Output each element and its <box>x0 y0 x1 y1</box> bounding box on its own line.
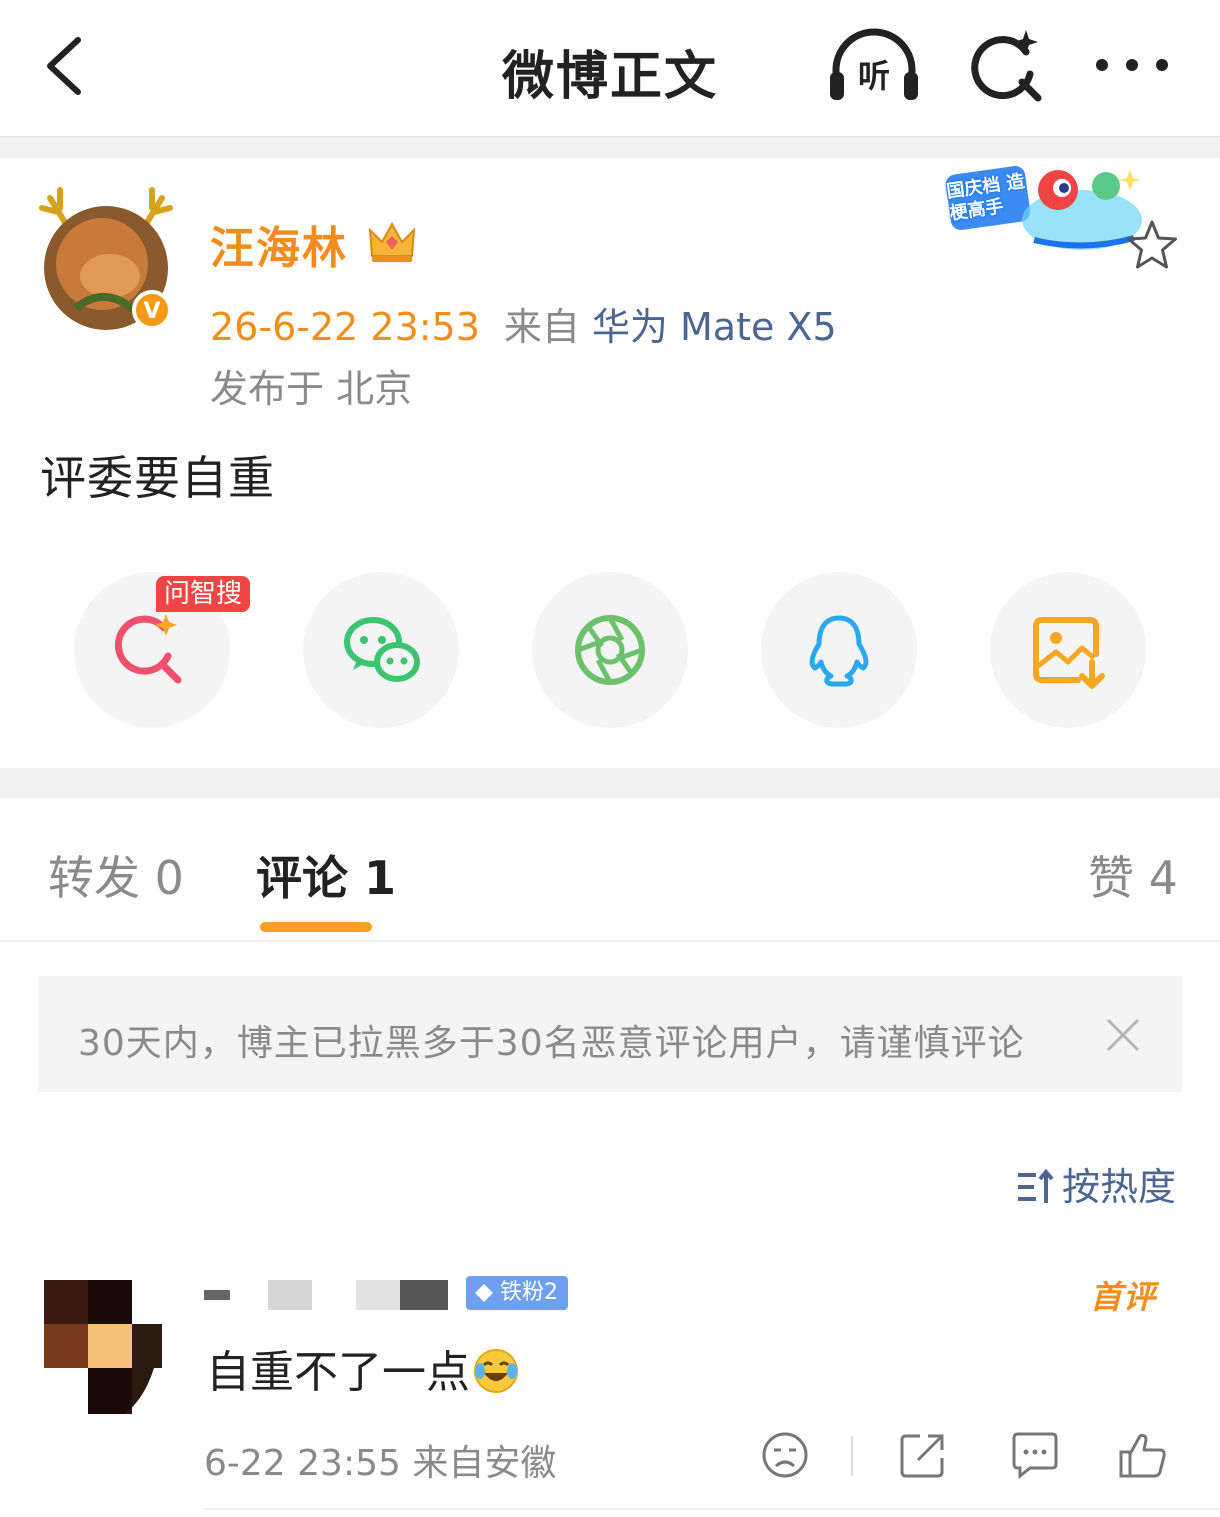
post-location: 发布于 北京 <box>210 367 413 411</box>
share-badge: 问智搜 <box>156 576 251 612</box>
close-icon[interactable] <box>1104 1016 1142 1054</box>
comment-text: 自重不了一点 <box>206 1336 520 1400</box>
ai-search-icon[interactable] <box>964 24 1048 108</box>
from-label: 来自 <box>503 305 580 349</box>
comment-notice-banner: 30天内，博主已拉黑多于30名恶意评论用户，请谨慎评论 <box>38 976 1182 1092</box>
more-dots-icon[interactable] <box>1090 40 1174 90</box>
post-content: 评委要自重 <box>40 451 275 505</box>
listen-headphones-icon[interactable]: 听 <box>826 24 922 108</box>
diamond-icon <box>475 1284 493 1302</box>
post-time: 26-6-22 23:53 <box>210 305 480 349</box>
save-image-icon <box>1033 617 1105 689</box>
ai-search-share-icon <box>114 614 182 684</box>
section-divider <box>0 136 1220 158</box>
sort-icon <box>1018 1168 1054 1203</box>
like-thumb-icon[interactable] <box>1118 1430 1168 1480</box>
svg-text:V: V <box>143 299 160 324</box>
favorite-star-icon[interactable] <box>1124 218 1180 274</box>
author-avatar[interactable]: V <box>36 184 176 334</box>
laugh-cry-emoji-icon <box>474 1349 518 1393</box>
sort-by-heat-button[interactable]: 按热度 <box>1016 1156 1176 1211</box>
share-save-image-button[interactable] <box>990 572 1146 728</box>
author-name[interactable]: 汪海林 <box>210 212 348 276</box>
reply-comment-icon[interactable] <box>1010 1430 1060 1480</box>
device-link[interactable]: 华为 Mate X5 <box>592 305 837 349</box>
tab-comments[interactable]: 评论 1 <box>256 842 396 908</box>
notice-text: 30天内，博主已拉黑多于30名恶意评论用户，请谨慎评论 <box>78 1023 1025 1064</box>
dislike-face-icon[interactable] <box>760 1430 810 1480</box>
post-meta: 26-6-22 23:53 来自 华为 Mate X5 <box>210 296 837 351</box>
first-comment-badge: 首评 <box>1090 1278 1157 1316</box>
share-wechat-button[interactable] <box>303 572 459 728</box>
tabs-divider <box>0 940 1220 942</box>
section-divider <box>0 768 1220 798</box>
tab-likes[interactable]: 赞 4 <box>1088 842 1178 908</box>
comment-text-content: 自重不了一点 <box>206 1347 470 1398</box>
commenter-avatar[interactable] <box>44 1280 166 1414</box>
moments-icon <box>575 615 645 685</box>
action-separator <box>851 1436 853 1476</box>
svg-text:听: 听 <box>858 57 890 95</box>
fan-badge-label: 铁粉2 <box>500 1280 558 1305</box>
top-bar: 微博正文 听 <box>0 0 1220 136</box>
commenter-name-masked[interactable] <box>204 1274 454 1316</box>
fan-level-badge: 铁粉2 <box>466 1276 568 1310</box>
active-tab-indicator <box>260 922 372 932</box>
share-qq-button[interactable] <box>761 572 917 728</box>
sort-label: 按热度 <box>1062 1165 1177 1209</box>
comment-divider <box>204 1508 1220 1510</box>
share-out-icon[interactable] <box>898 1430 948 1480</box>
share-moments-button[interactable] <box>532 572 688 728</box>
comment-meta: 6-22 23:55 来自安徽 <box>204 1443 557 1484</box>
qq-icon <box>809 615 869 687</box>
wechat-icon <box>344 617 420 682</box>
crown-icon <box>368 221 416 262</box>
tab-repost[interactable]: 转发 0 <box>48 842 184 908</box>
